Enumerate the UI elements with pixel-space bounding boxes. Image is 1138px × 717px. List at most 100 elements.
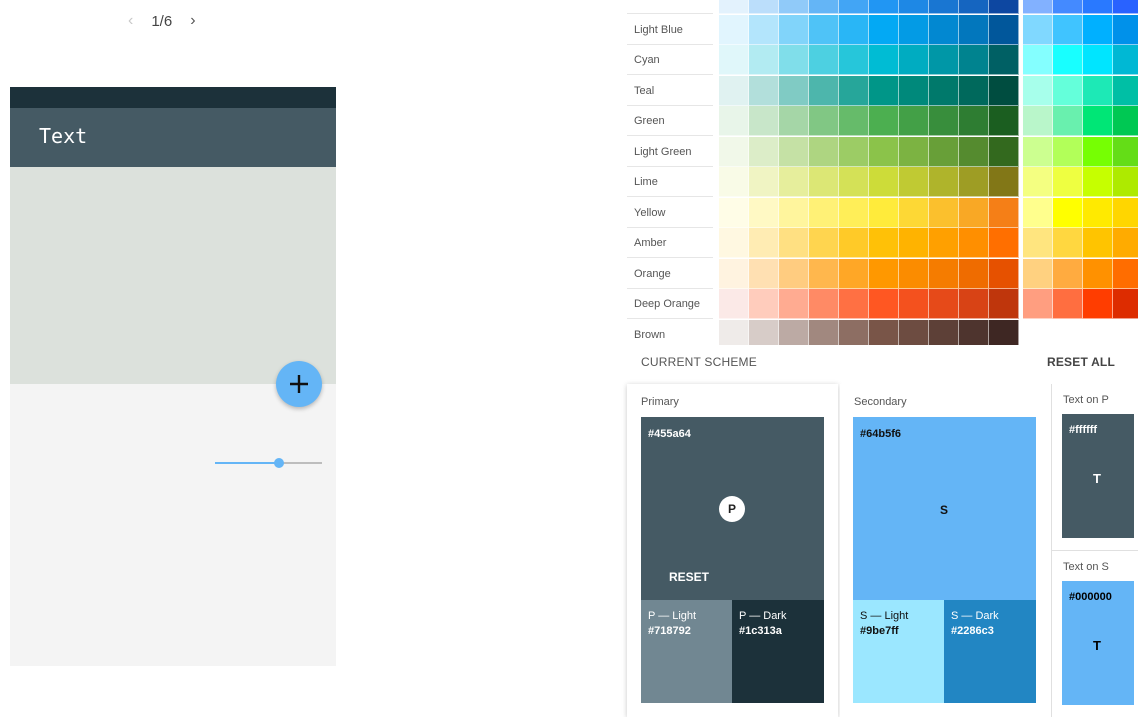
accent-swatch[interactable] (1023, 45, 1053, 75)
color-swatch[interactable] (899, 167, 929, 197)
accent-swatch[interactable] (1083, 167, 1113, 197)
color-swatch[interactable] (929, 106, 959, 136)
color-swatch[interactable] (749, 228, 779, 258)
color-swatch[interactable] (929, 258, 959, 289)
color-swatch[interactable] (959, 136, 989, 167)
color-swatch[interactable] (959, 14, 989, 45)
color-swatch[interactable] (749, 258, 779, 289)
accent-swatch[interactable] (1053, 14, 1083, 45)
color-swatch[interactable] (989, 106, 1019, 136)
accent-swatch[interactable] (1083, 14, 1113, 45)
color-swatch[interactable] (929, 14, 959, 45)
accent-swatch[interactable] (1083, 258, 1113, 289)
color-swatch[interactable] (749, 106, 779, 136)
color-swatch[interactable] (809, 167, 839, 197)
color-swatch[interactable] (989, 228, 1019, 258)
color-swatch[interactable] (989, 319, 1019, 345)
color-swatch[interactable] (809, 136, 839, 167)
color-swatch[interactable] (839, 14, 869, 45)
color-swatch[interactable] (779, 289, 809, 319)
primary-dark-swatch[interactable]: P — Dark #1c313a (732, 600, 824, 703)
color-swatch[interactable] (899, 106, 929, 136)
accent-swatch[interactable] (1113, 75, 1138, 106)
color-swatch[interactable] (989, 0, 1019, 14)
color-swatch[interactable] (929, 289, 959, 319)
color-swatch[interactable] (809, 228, 839, 258)
color-swatch[interactable] (779, 45, 809, 75)
accent-swatch[interactable] (1053, 75, 1083, 106)
color-swatch[interactable] (719, 167, 749, 197)
color-swatch[interactable] (869, 14, 899, 45)
accent-swatch[interactable] (1113, 14, 1138, 45)
accent-swatch[interactable] (1113, 289, 1138, 319)
color-swatch[interactable] (839, 106, 869, 136)
color-swatch[interactable] (869, 167, 899, 197)
color-swatch[interactable] (839, 258, 869, 289)
color-swatch[interactable] (959, 0, 989, 14)
color-swatch[interactable] (839, 228, 869, 258)
accent-swatch[interactable] (1083, 197, 1113, 228)
chevron-right-icon[interactable]: › (190, 12, 195, 30)
slider-thumb[interactable] (274, 458, 284, 468)
accent-swatch[interactable] (1023, 0, 1053, 14)
accent-swatch[interactable] (1053, 45, 1083, 75)
color-swatch[interactable] (749, 45, 779, 75)
color-swatch[interactable] (989, 167, 1019, 197)
color-swatch[interactable] (749, 75, 779, 106)
accent-swatch[interactable] (1023, 228, 1053, 258)
color-swatch[interactable] (869, 228, 899, 258)
color-swatch[interactable] (839, 289, 869, 319)
accent-swatch[interactable] (1113, 106, 1138, 136)
accent-swatch[interactable] (1023, 197, 1053, 228)
color-swatch[interactable] (839, 167, 869, 197)
color-swatch[interactable] (779, 0, 809, 14)
color-swatch[interactable] (779, 228, 809, 258)
color-swatch[interactable] (869, 45, 899, 75)
color-swatch[interactable] (809, 258, 839, 289)
accent-swatch[interactable] (1113, 197, 1138, 228)
color-swatch[interactable] (749, 0, 779, 14)
color-swatch[interactable] (899, 319, 929, 345)
accent-swatch[interactable] (1113, 45, 1138, 75)
text-on-secondary-card[interactable]: Text on S #000000 T (1052, 551, 1138, 717)
color-swatch[interactable] (929, 197, 959, 228)
color-swatch[interactable] (869, 136, 899, 167)
text-on-primary-swatch[interactable]: #ffffff T (1062, 414, 1134, 538)
color-swatch[interactable] (749, 136, 779, 167)
color-swatch[interactable] (959, 106, 989, 136)
color-swatch[interactable] (869, 0, 899, 14)
color-swatch[interactable] (989, 289, 1019, 319)
color-swatch[interactable] (719, 258, 749, 289)
color-swatch[interactable] (899, 136, 929, 167)
color-swatch[interactable] (989, 136, 1019, 167)
color-swatch[interactable] (809, 75, 839, 106)
accent-swatch[interactable] (1053, 167, 1083, 197)
primary-reset-button[interactable]: RESET (669, 570, 709, 584)
color-swatch[interactable] (719, 136, 749, 167)
secondary-swatch[interactable]: #64b5f6 S (853, 417, 1036, 600)
accent-swatch[interactable] (1083, 75, 1113, 106)
color-swatch[interactable] (869, 258, 899, 289)
color-swatch[interactable] (719, 14, 749, 45)
accent-swatch[interactable] (1023, 258, 1053, 289)
color-swatch[interactable] (929, 228, 959, 258)
color-swatch[interactable] (929, 0, 959, 14)
color-swatch[interactable] (899, 14, 929, 45)
color-swatch[interactable] (929, 75, 959, 106)
primary-card[interactable]: Primary #455a64 P RESET P — Light #71879… (627, 384, 838, 717)
color-swatch[interactable] (899, 197, 929, 228)
secondary-light-swatch[interactable]: S — Light #9be7ff (853, 600, 944, 703)
color-swatch[interactable] (839, 45, 869, 75)
color-swatch[interactable] (989, 75, 1019, 106)
color-swatch[interactable] (959, 75, 989, 106)
color-swatch[interactable] (959, 167, 989, 197)
color-swatch[interactable] (869, 75, 899, 106)
accent-swatch[interactable] (1113, 258, 1138, 289)
color-swatch[interactable] (779, 197, 809, 228)
accent-swatch[interactable] (1023, 106, 1053, 136)
color-swatch[interactable] (779, 136, 809, 167)
color-swatch[interactable] (929, 319, 959, 345)
accent-swatch[interactable] (1113, 167, 1138, 197)
color-swatch[interactable] (809, 14, 839, 45)
color-swatch[interactable] (719, 106, 749, 136)
